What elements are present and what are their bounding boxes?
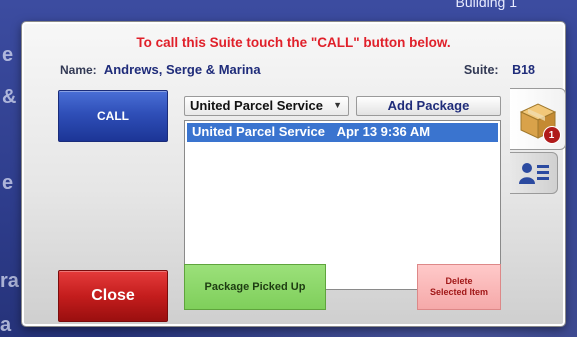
suite-number: B18 (512, 63, 535, 77)
suite-row: Suite: B18 (464, 63, 535, 77)
contact-card-icon (518, 163, 549, 184)
package-carrier: United Parcel Service (192, 124, 325, 139)
background-text-fragment: a (0, 314, 12, 336)
carrier-select-value: United Parcel Service (190, 98, 323, 113)
add-package-button[interactable]: Add Package (356, 96, 501, 116)
delete-selected-item-button[interactable]: Delete Selected Item (417, 264, 501, 310)
package-picked-up-button[interactable]: Package Picked Up (184, 264, 326, 310)
delete-button-line2: Selected Item (429, 287, 489, 297)
close-button[interactable]: Close (58, 270, 168, 322)
resident-name: Andrews, Serge & Marina (103, 62, 261, 77)
package-count-badge: 1 (542, 126, 561, 144)
background-text-fragment: e (2, 172, 14, 194)
package-dialog: To call this Suite touch the "CALL" butt… (22, 22, 566, 326)
background-text-fragment: ra (0, 270, 19, 292)
package-received-time: Apr 13 9:36 AM (336, 124, 431, 139)
tab-packages[interactable]: 1 (510, 88, 566, 150)
background-text-fragment: e (2, 44, 14, 66)
dropdown-arrow-icon: ▼ (333, 100, 342, 110)
background-building-label: Building 1 (455, 0, 518, 10)
suite-label: Suite: (463, 63, 499, 77)
background-text-fragment: & (2, 86, 17, 108)
tab-contact[interactable] (510, 152, 558, 194)
list-item[interactable]: United Parcel Service Apr 13 9:36 AM (187, 123, 498, 142)
delete-button-line1: Delete (445, 276, 473, 286)
call-instruction-text: To call this Suite touch the "CALL" butt… (136, 35, 451, 50)
carrier-select[interactable]: United Parcel Service ▼ (184, 96, 349, 116)
package-box-icon: 1 (515, 96, 561, 144)
name-label: Name: (60, 63, 97, 77)
resident-name-row: Name: Andrews, Serge & Marina (60, 62, 261, 77)
call-button[interactable]: CALL (58, 90, 168, 142)
